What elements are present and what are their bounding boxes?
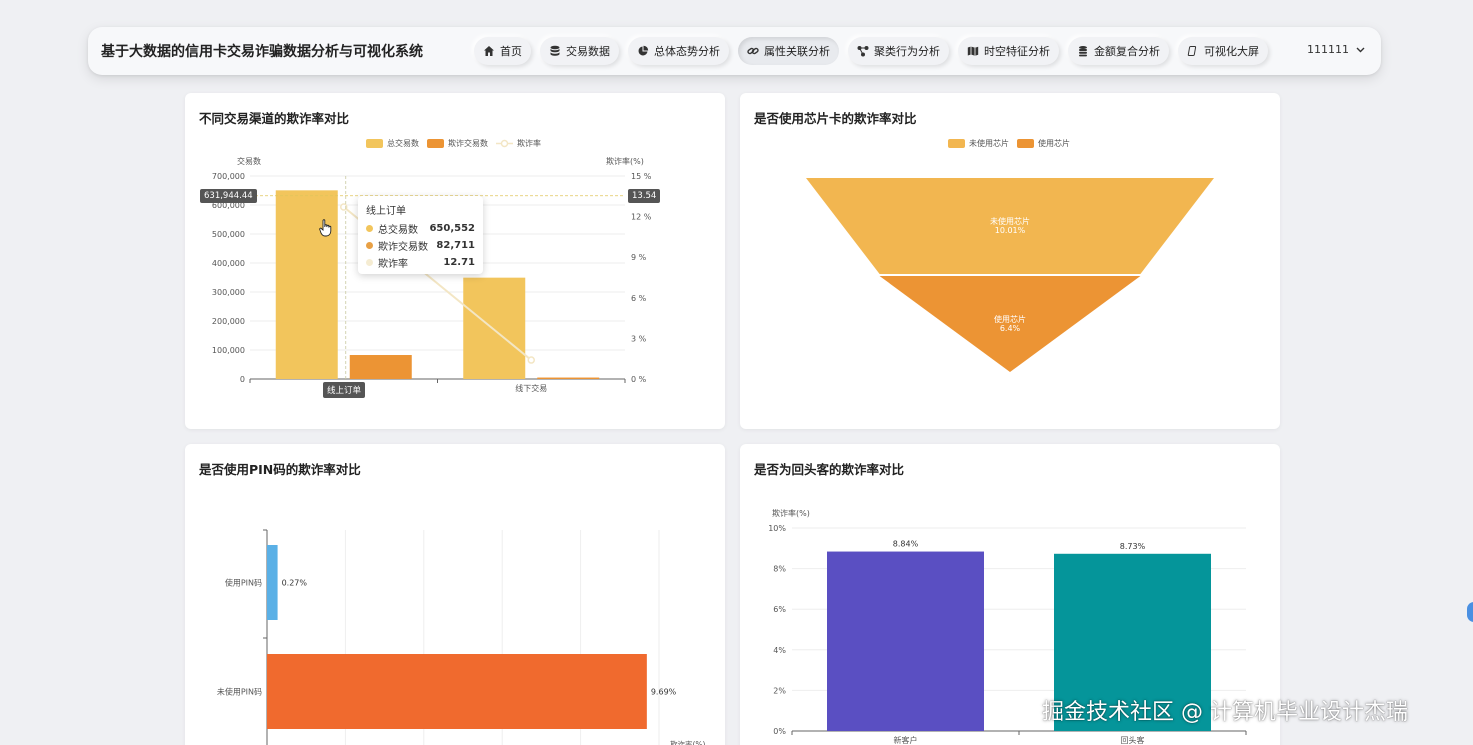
top-navbar: 基于大数据的信用卡交易诈骗数据分析与可视化系统 首页 交易数据 总体态势分析 属… [88,27,1381,75]
y-tick-label: 2% [773,686,786,695]
funnel-segment-name: 使用芯片 [994,314,1026,324]
username: 111111 [1307,43,1349,56]
app-title: 基于大数据的信用卡交易诈骗数据分析与可视化系统 [101,44,423,60]
database-icon [549,45,561,57]
tooltip-dot [366,259,373,266]
y-tick-label: 500,000 [212,230,245,239]
y2-tick-label: 0 % [631,375,647,384]
pin-horizontal-bar-chart: 使用PIN码 0.27% 未使用PIN码 9.69% 欺诈率(%) [217,529,706,745]
home-icon [483,45,495,57]
chip-funnel-chart: 未使用芯片10.01% 使用芯片6.4% [806,178,1214,372]
axis-pointer-category: 线上订单 [323,382,366,398]
nav-label: 交易数据 [566,45,610,58]
y-tick-label: 10% [768,524,786,533]
y-tick-label: 4% [773,646,786,655]
x-axis-title: 欺诈率(%) [670,739,706,745]
tooltip-series-value: 12.71 [443,257,475,268]
y-axis-title: 欺诈率(%) [772,508,810,518]
bar-未使用PIN码 [267,654,647,729]
tooltip-title: 线上订单 [366,206,406,217]
x-tick-label: 回头客 [1121,735,1145,745]
tooltip-series-name: 总交易数 [378,225,418,236]
screen-icon [1187,45,1199,57]
hand-cursor-icon [319,219,332,237]
bar-欺诈交易数 [537,377,600,379]
tooltip-series-value: 650,552 [429,223,475,234]
tooltip-series-name: 欺诈交易数 [378,242,428,253]
bar-欺诈交易数 [349,355,412,379]
tooltip-row: 欺诈交易数 82,711 [366,237,475,254]
y-tick-label: 200,000 [212,317,245,326]
x-tick-label: 线下交易 [515,383,547,393]
chart-tooltip: 线上订单 总交易数 650,552 欺诈交易数 82,711 欺诈率 12.71 [358,196,483,274]
coins-icon [1077,45,1089,57]
bar-总交易数 [463,277,526,379]
pie-chart-icon [637,45,649,57]
y-tick-label: 300,000 [212,288,245,297]
bar-新客户 [827,551,984,731]
nav-item-spatiotemporal-analysis[interactable]: 时空特征分析 [958,37,1059,65]
nav-label: 可视化大屏 [1204,45,1259,58]
y-tick-label: 未使用PIN码 [217,687,262,697]
y-tick-label: 6% [773,605,786,614]
tooltip-row: 总交易数 650,552 [366,220,475,237]
bar-value-label: 8.84% [893,540,919,549]
y-tick-label: 400,000 [212,259,245,268]
bar-value-label: 9.69% [651,688,677,697]
funnel-segment-name: 未使用芯片 [990,216,1030,226]
tooltip-series-name: 欺诈率 [378,259,408,270]
chip-fraud-card: 是否使用芯片卡的欺诈率对比 未使用芯片 使用芯片 未使用芯片 10.01% 使用芯片… [740,93,1280,429]
nav-item-transaction-data[interactable]: 交易数据 [540,37,619,65]
nav-label: 时空特征分析 [984,45,1050,58]
cluster-icon [857,45,869,57]
x-tick-label: 新客户 [894,735,918,745]
y2-tick-label: 12 % [631,213,652,222]
tooltip-dot [366,242,373,249]
nav-label: 聚类行为分析 [874,45,940,58]
tooltip-dot [366,225,373,232]
nav-label: 属性关联分析 [764,45,830,58]
axis-pointer-right-value: 13.54 [628,189,661,203]
nav-item-home[interactable]: 首页 [474,37,531,65]
nav-label: 首页 [500,45,522,58]
chevron-down-icon [1356,47,1365,52]
tooltip-series-value: 82,711 [436,240,475,251]
map-icon [967,45,979,57]
bar-value-label: 8.73% [1120,542,1146,551]
funnel-segment-value: 10.01% [995,226,1026,235]
nav-item-cluster-analysis[interactable]: 聚类行为分析 [848,37,949,65]
nav-item-amount-analysis[interactable]: 金额复合分析 [1068,37,1169,65]
funnel-segment-value: 6.4% [1000,324,1021,333]
y2-axis-title: 欺诈率(%) [606,156,644,166]
y-tick-label: 8% [773,565,786,574]
main-nav: 首页 交易数据 总体态势分析 属性关联分析 聚类行为分析 时空特征分析 金额复合… [474,36,1277,66]
watermark: 掘金技术社区 @ 计算机毕业设计杰瑞 [1042,700,1408,725]
y2-tick-label: 15 % [631,172,652,181]
y-axis-title: 交易数 [237,156,261,166]
y2-tick-label: 9 % [631,253,647,262]
nav-label: 金额复合分析 [1094,45,1160,58]
y-tick-label: 700,000 [212,172,245,181]
y-tick-label: 0 [240,375,245,384]
bar-value-label: 0.27% [282,579,308,588]
tooltip-row: 欺诈率 12.71 [366,254,475,271]
nav-item-overall-analysis[interactable]: 总体态势分析 [628,37,729,65]
y2-tick-label: 6 % [631,294,647,303]
fraud-rate-point [527,356,535,364]
nav-item-dashboard-screen[interactable]: 可视化大屏 [1178,37,1268,65]
y-tick-label: 100,000 [212,346,245,355]
bar-使用PIN码 [267,545,278,620]
nav-item-attribute-analysis[interactable]: 属性关联分析 [738,37,839,65]
nav-label: 总体态势分析 [654,45,720,58]
y2-tick-label: 3 % [631,334,647,343]
y-tick-label: 0% [773,727,786,736]
link-icon [747,45,759,57]
pin-fraud-card: 是否使用PIN码的欺诈率对比 使用PIN码 0.27% 未使用PIN码 9.69% 欺诈… [185,444,725,745]
side-float-button[interactable] [1467,602,1473,622]
user-menu[interactable]: 111111 [1307,43,1365,56]
axis-pointer-left-value: 631,944.44 [200,189,257,203]
y-tick-label: 使用PIN码 [225,578,262,588]
